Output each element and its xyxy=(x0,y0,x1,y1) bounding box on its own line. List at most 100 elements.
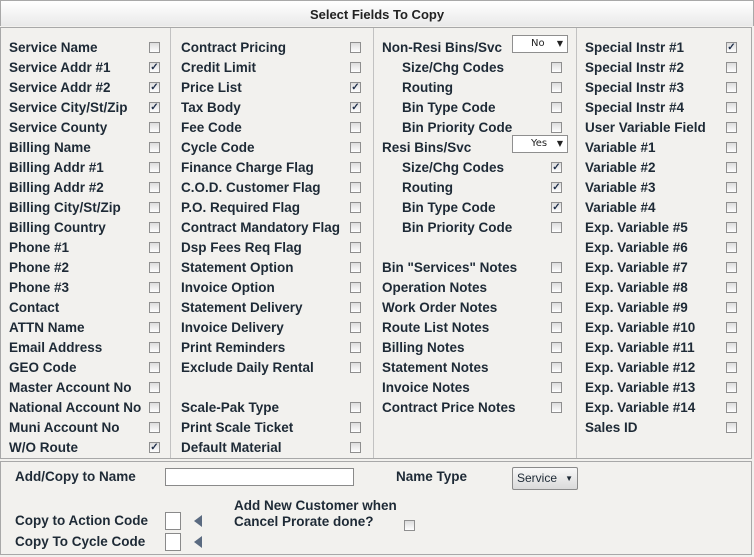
field-checkbox[interactable] xyxy=(149,322,160,333)
field-checkbox[interactable] xyxy=(726,402,737,413)
field-checkbox[interactable] xyxy=(149,362,160,373)
field-checkbox[interactable]: ✓ xyxy=(551,182,562,193)
field-checkbox[interactable]: ✓ xyxy=(551,202,562,213)
field-checkbox[interactable] xyxy=(350,142,361,153)
field-label: Sales ID xyxy=(585,420,638,435)
field-checkbox[interactable] xyxy=(551,402,562,413)
field-checkbox[interactable] xyxy=(726,362,737,373)
field-checkbox[interactable] xyxy=(551,282,562,293)
field-checkbox[interactable] xyxy=(726,62,737,73)
field-checkbox[interactable] xyxy=(350,362,361,373)
field-checkbox[interactable] xyxy=(350,242,361,253)
field-checkbox[interactable] xyxy=(726,162,737,173)
field-checkbox[interactable] xyxy=(551,62,562,73)
field-checkbox[interactable] xyxy=(551,322,562,333)
field-checkbox[interactable] xyxy=(350,42,361,53)
field-checkbox[interactable] xyxy=(149,122,160,133)
field-checkbox[interactable] xyxy=(726,82,737,93)
field-checkbox[interactable]: ✓ xyxy=(726,42,737,53)
field-checkbox[interactable] xyxy=(350,322,361,333)
field-checkbox[interactable]: ✓ xyxy=(149,62,160,73)
field-checkbox[interactable] xyxy=(726,222,737,233)
non-resi-bins-svc-select[interactable]: No ▼ xyxy=(512,35,568,53)
field-checkbox[interactable] xyxy=(551,102,562,113)
field-checkbox[interactable] xyxy=(726,282,737,293)
field-checkbox[interactable] xyxy=(551,222,562,233)
name-type-select[interactable]: Service ▼ xyxy=(512,467,578,490)
add-copy-name-input[interactable] xyxy=(165,468,354,486)
field-checkbox[interactable] xyxy=(350,402,361,413)
copy-action-lookup-arrow-icon[interactable] xyxy=(194,515,202,527)
field-row-billing-country: Billing Country xyxy=(1,218,170,238)
field-checkbox[interactable] xyxy=(726,242,737,253)
field-checkbox[interactable] xyxy=(551,82,562,93)
field-row-fee-code: Fee Code xyxy=(171,118,373,138)
field-checkbox[interactable] xyxy=(551,362,562,373)
field-checkbox[interactable] xyxy=(350,302,361,313)
add-new-customer-checkbox[interactable] xyxy=(404,520,415,531)
field-checkbox[interactable] xyxy=(350,202,361,213)
field-checkbox[interactable]: ✓ xyxy=(149,82,160,93)
field-checkbox[interactable] xyxy=(149,382,160,393)
field-label: Variable #3 xyxy=(585,180,656,195)
field-checkbox[interactable] xyxy=(350,442,361,453)
field-checkbox[interactable] xyxy=(149,202,160,213)
field-checkbox[interactable] xyxy=(149,182,160,193)
copy-action-code-input[interactable] xyxy=(165,512,181,530)
field-checkbox[interactable] xyxy=(149,162,160,173)
field-checkbox[interactable] xyxy=(350,262,361,273)
chevron-down-icon: ▼ xyxy=(556,139,563,148)
field-checkbox[interactable] xyxy=(551,342,562,353)
field-checkbox[interactable]: ✓ xyxy=(350,82,361,93)
field-checkbox[interactable] xyxy=(726,202,737,213)
field-checkbox[interactable] xyxy=(726,182,737,193)
field-checkbox[interactable] xyxy=(350,422,361,433)
field-checkbox[interactable] xyxy=(350,122,361,133)
field-checkbox[interactable] xyxy=(551,302,562,313)
field-checkbox[interactable] xyxy=(350,62,361,73)
field-checkbox[interactable] xyxy=(726,322,737,333)
field-checkbox[interactable]: ✓ xyxy=(350,102,361,113)
field-checkbox[interactable] xyxy=(551,122,562,133)
field-checkbox[interactable] xyxy=(726,262,737,273)
field-checkbox[interactable]: ✓ xyxy=(551,162,562,173)
field-checkbox[interactable] xyxy=(350,342,361,353)
field-checkbox[interactable] xyxy=(726,142,737,153)
field-label: Billing City/St/Zip xyxy=(9,200,121,215)
field-row-exp-variable-8: Exp. Variable #8 xyxy=(577,278,751,298)
field-row-statement-delivery: Statement Delivery xyxy=(171,298,373,318)
field-checkbox[interactable] xyxy=(149,262,160,273)
field-checkbox[interactable]: ✓ xyxy=(149,442,160,453)
field-checkbox[interactable] xyxy=(149,42,160,53)
field-checkbox[interactable] xyxy=(726,302,737,313)
field-checkbox[interactable] xyxy=(726,122,737,133)
resi-bins-svc-select[interactable]: Yes ▼ xyxy=(512,135,568,153)
field-checkbox[interactable]: ✓ xyxy=(149,102,160,113)
field-checkbox[interactable] xyxy=(149,222,160,233)
field-label: P.O. Required Flag xyxy=(181,200,301,215)
field-checkbox[interactable] xyxy=(350,282,361,293)
field-row-print-reminders: Print Reminders xyxy=(171,338,373,358)
add-new-customer-label-line2: Cancel Prorate done? xyxy=(234,514,374,529)
field-checkbox[interactable] xyxy=(350,162,361,173)
field-checkbox[interactable] xyxy=(149,282,160,293)
field-checkbox[interactable] xyxy=(350,182,361,193)
field-checkbox[interactable] xyxy=(551,262,562,273)
field-checkbox[interactable] xyxy=(149,402,160,413)
copy-cycle-code-input[interactable] xyxy=(165,533,181,551)
field-checkbox[interactable] xyxy=(726,382,737,393)
field-label: Service Name xyxy=(9,40,98,55)
field-checkbox[interactable] xyxy=(726,342,737,353)
field-checkbox[interactable] xyxy=(551,382,562,393)
field-checkbox[interactable] xyxy=(149,342,160,353)
field-checkbox[interactable] xyxy=(149,422,160,433)
copy-cycle-lookup-arrow-icon[interactable] xyxy=(194,536,202,548)
field-checkbox[interactable] xyxy=(350,222,361,233)
column-service-billing: Service Name Service Addr #1 ✓ Service Addr… xyxy=(1,28,171,458)
field-checkbox[interactable] xyxy=(149,242,160,253)
field-checkbox[interactable] xyxy=(149,142,160,153)
field-checkbox[interactable] xyxy=(726,102,737,113)
column-account-options: Contract Pricing Credit Limit Price List ✓ T… xyxy=(171,28,374,458)
field-checkbox[interactable] xyxy=(726,422,737,433)
field-checkbox[interactable] xyxy=(149,302,160,313)
